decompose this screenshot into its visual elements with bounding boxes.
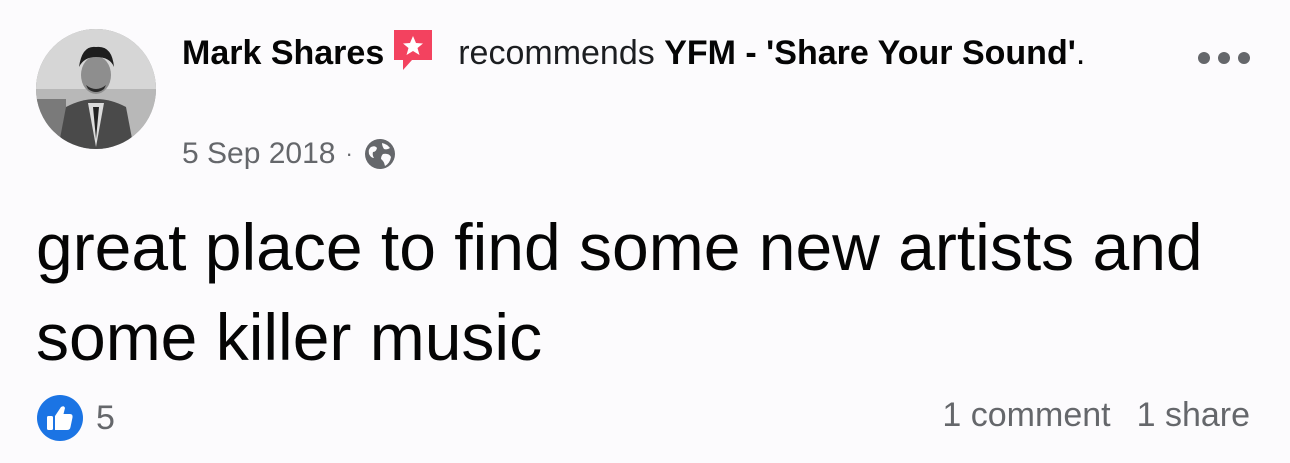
post-body: great place to find some new artists and… — [36, 210, 1203, 374]
like-icon — [37, 395, 83, 441]
more-dot-icon — [1238, 52, 1250, 64]
shares-count-link[interactable]: 1 share — [1137, 396, 1250, 435]
globe-icon — [364, 139, 395, 169]
post-meta: 5 Sep 2018 · — [182, 134, 397, 174]
post-date[interactable]: 5 Sep 2018 — [182, 134, 335, 174]
avatar[interactable] — [36, 29, 156, 149]
post-header: Mark Shares recommends YFM - 'Share Your… — [182, 26, 1142, 78]
more-dot-icon — [1218, 52, 1230, 64]
recommend-icon — [394, 30, 433, 70]
reaction-count: 5 — [96, 398, 115, 437]
page-name-link[interactable]: YFM - 'Share Your Sound' — [664, 34, 1076, 72]
meta-separator: · — [345, 141, 353, 166]
engagement-counts: 1 comment 1 share — [942, 396, 1250, 435]
recommends-label: recommends — [458, 34, 655, 72]
more-dot-icon — [1198, 52, 1210, 64]
trailing-period: . — [1075, 34, 1086, 72]
reactions-summary[interactable]: 5 — [36, 394, 115, 442]
comments-count-link[interactable]: 1 comment — [942, 396, 1110, 435]
more-options-button[interactable] — [1198, 48, 1250, 68]
author-name[interactable]: Mark Shares — [182, 34, 384, 72]
